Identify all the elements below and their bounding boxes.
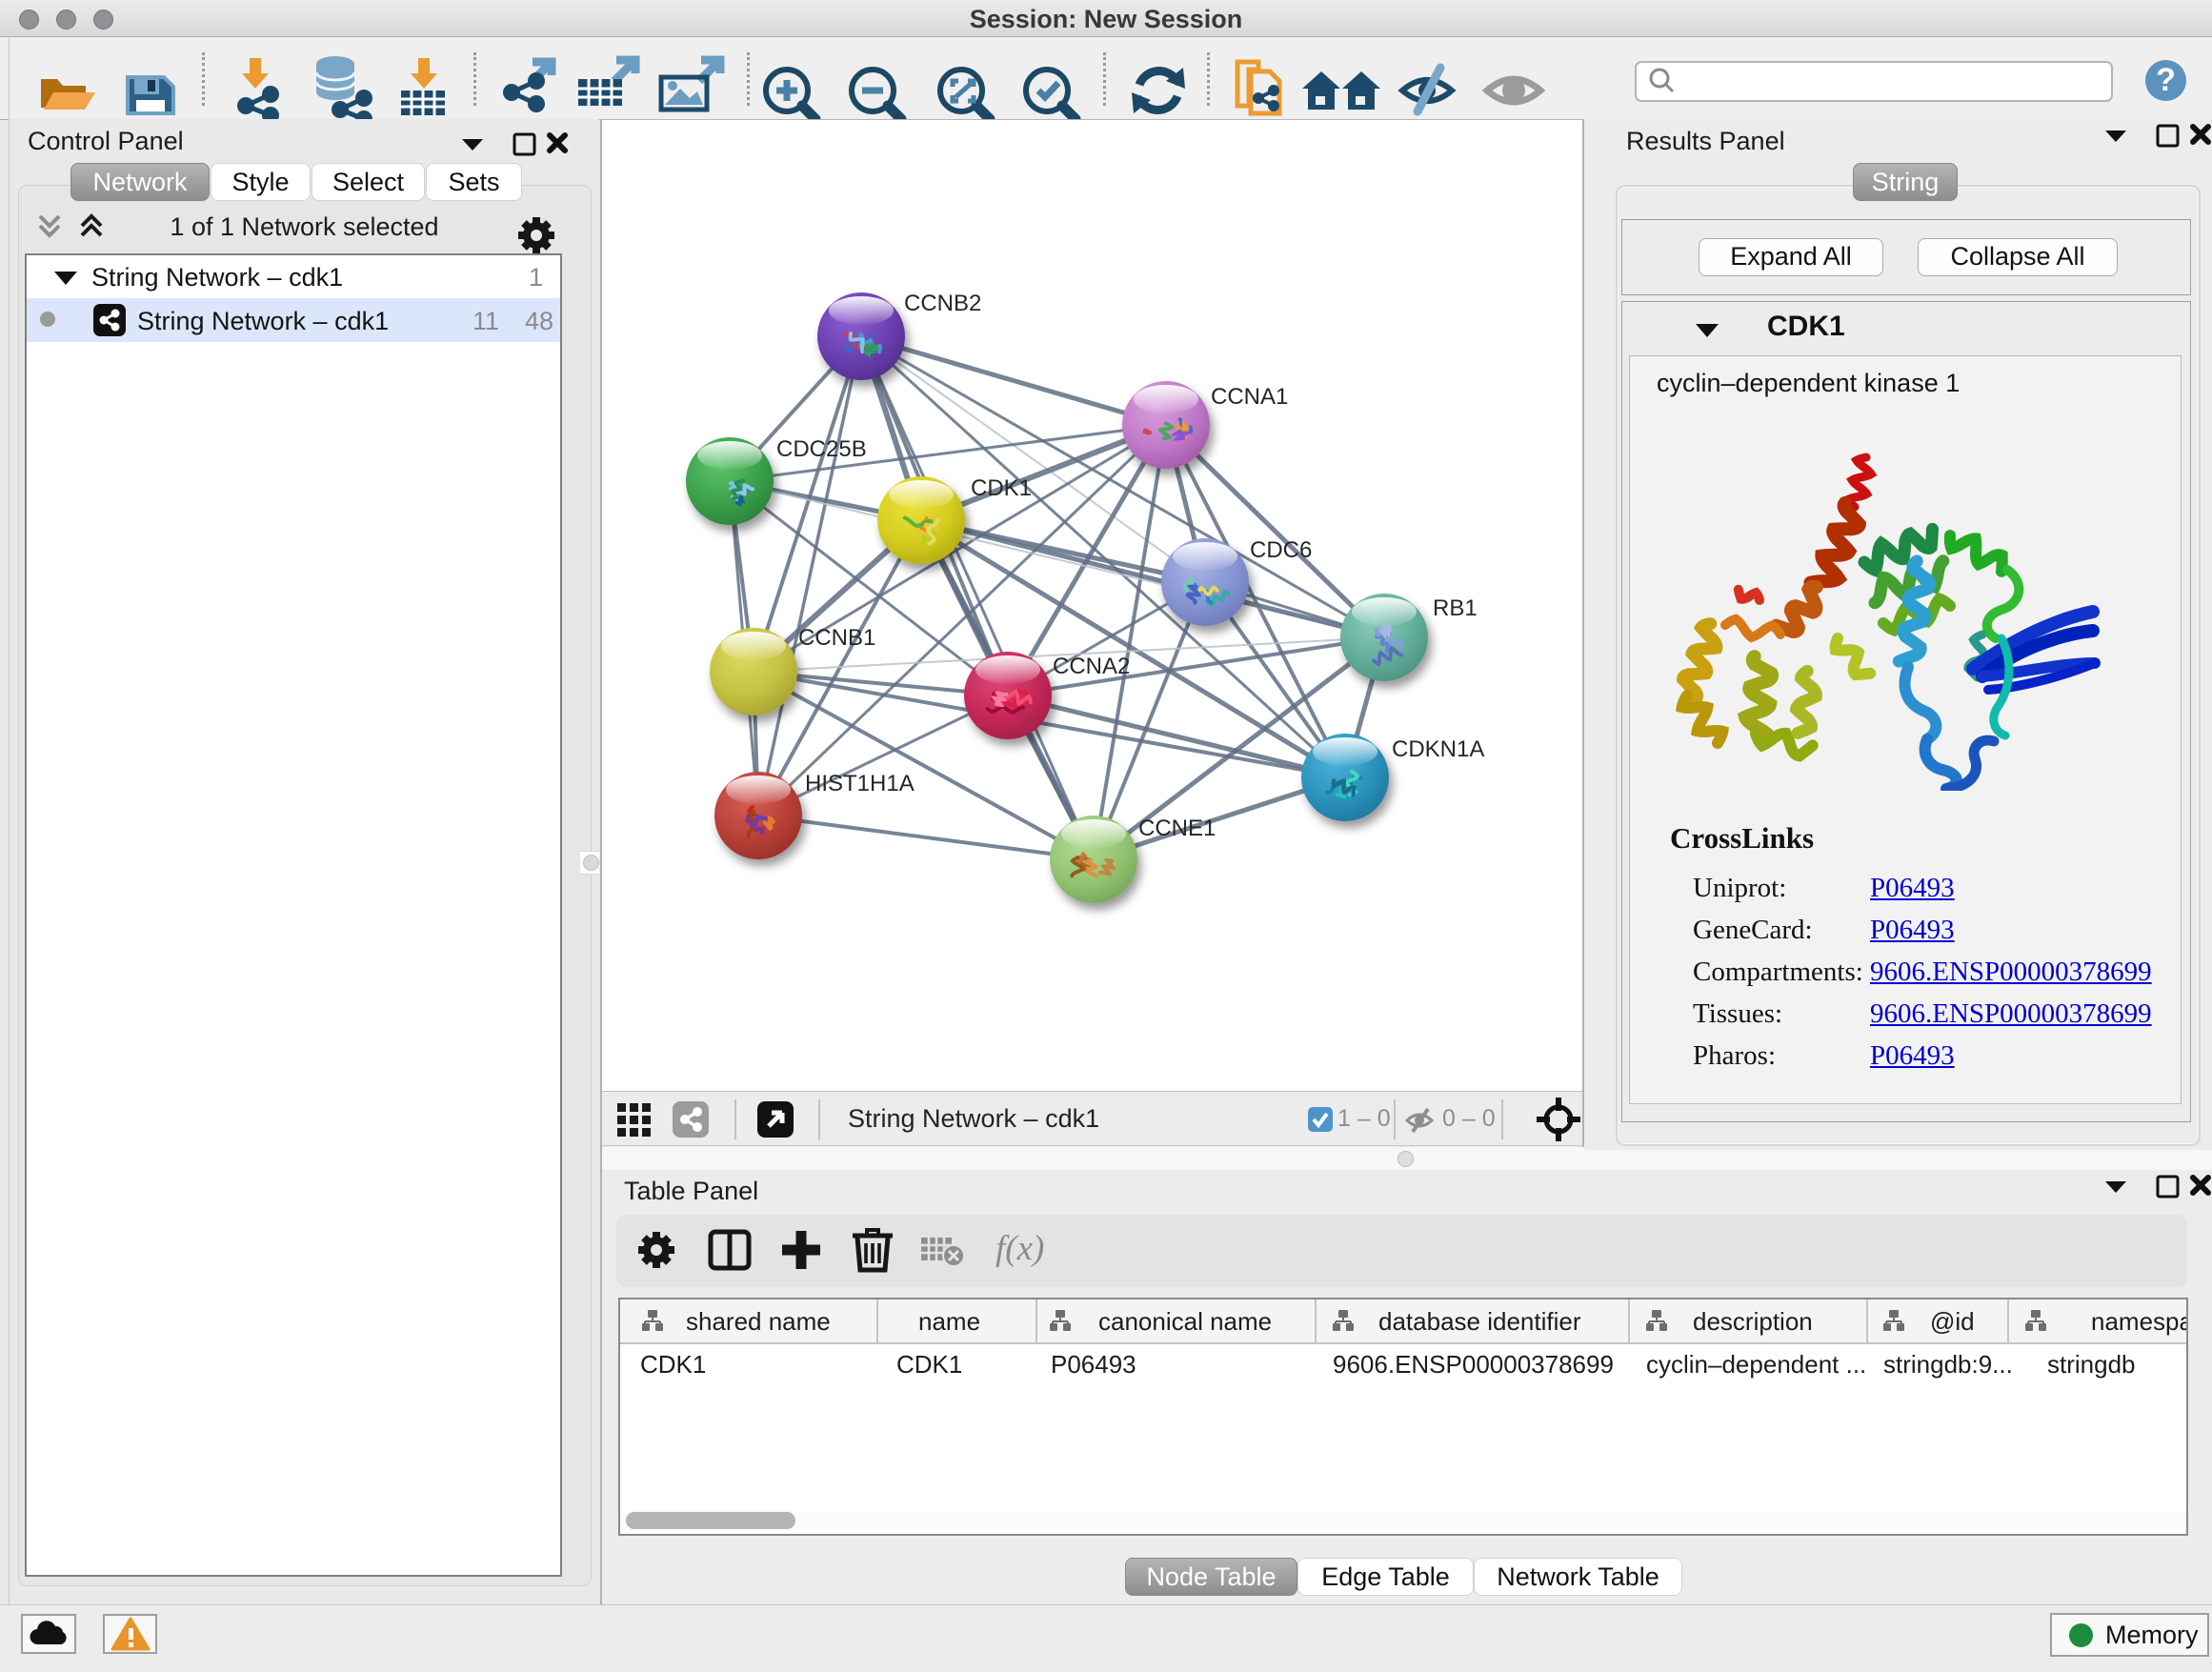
svg-text:RB1: RB1	[1433, 595, 1478, 621]
svg-text:CCNA1: CCNA1	[1211, 384, 1288, 410]
svg-text:CCNE1: CCNE1	[1138, 816, 1216, 841]
svg-text:CCNB1: CCNB1	[798, 625, 875, 651]
svg-text:CCNA2: CCNA2	[1053, 654, 1130, 679]
svg-text:CDC25B: CDC25B	[776, 436, 867, 462]
svg-text:CCNB2: CCNB2	[904, 291, 981, 316]
svg-text:CDC6: CDC6	[1250, 537, 1312, 563]
svg-text:HIST1H1A: HIST1H1A	[805, 771, 915, 796]
svg-text:CDKN1A: CDKN1A	[1392, 736, 1484, 762]
svg-text:CDK1: CDK1	[971, 475, 1032, 501]
